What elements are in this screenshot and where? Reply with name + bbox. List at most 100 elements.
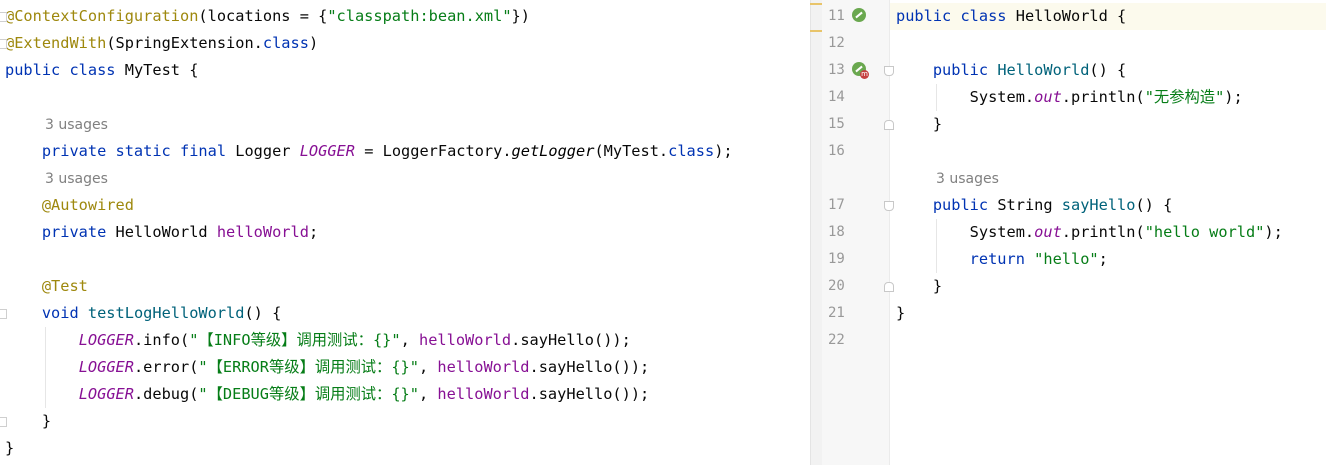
indent-guide [45,327,46,408]
code-token: "【INFO等级】调用测试：{}" [189,331,401,349]
left-editor-pane[interactable]: @ContextConfiguration(locations = {"clas… [0,0,810,465]
line-number: 20 [828,278,845,294]
code-token: ); [714,142,733,160]
code-token: (locations = { [198,7,328,25]
code-token: .sayHello()); [529,385,650,403]
code-token: helloWorld [216,223,309,241]
code-line[interactable]: System.out.println("无参构造"); [896,84,1243,111]
line-number: 19 [828,251,845,267]
code-token: } [5,412,52,430]
code-token: "hello" [1034,250,1099,268]
code-token: "hello world" [1144,223,1265,241]
fold-marker-icon[interactable] [0,39,7,49]
code-token: "【DEBUG等级】调用测试：{}" [198,385,419,403]
usages-hint[interactable]: 3 usages [45,165,108,192]
code-token: private static final [5,142,236,160]
code-token: .error( [133,358,199,376]
code-line[interactable]: } [896,111,942,138]
code-token: } [5,439,15,457]
fold-marker-icon[interactable] [0,417,7,427]
code-token: helloWorld [437,385,530,403]
code-line[interactable]: void testLogHelloWorld() { [5,300,281,327]
code-token: } [896,304,906,322]
code-token: MyTest { [124,61,199,79]
usages-hint-label[interactable]: 3 usages [45,171,108,187]
code-token: @ExtendWith [5,34,107,52]
code-token: System. [896,88,1035,106]
fold-open-icon[interactable] [884,66,894,76]
code-token: out [1034,223,1062,241]
code-token: return [896,250,1035,268]
usages-hint-label[interactable]: 3 usages [936,171,999,187]
code-token: helloWorld [437,358,530,376]
line-number: 13 [828,62,845,78]
code-line[interactable]: } [896,300,905,327]
line-number: 15 [828,116,845,132]
line-number: 17 [828,197,845,213]
line-number: 12 [828,35,845,51]
code-token: .sayHello()); [511,331,631,349]
line-number: 21 [828,305,845,321]
indent-guide [936,84,937,111]
code-token: "classpath:bean.xml" [327,7,512,25]
change-marker [810,3,822,5]
fold-marker-icon[interactable] [0,12,7,22]
code-token: testLogHelloWorld [87,304,245,322]
code-token: public [896,61,998,79]
line-number: 18 [828,224,845,240]
usages-hint[interactable]: 3 usages [45,111,108,138]
line-number: 14 [828,89,845,105]
line-number: 22 [828,332,845,348]
spring-bean-icon[interactable] [852,8,866,22]
code-token: ; [308,223,319,241]
code-token: public [896,196,998,214]
code-token: "【ERROR等级】调用测试：{}" [198,358,419,376]
change-marker [810,30,822,32]
code-token: ) [308,34,319,52]
code-line[interactable]: System.out.println("hello world"); [896,219,1283,246]
code-line[interactable]: @Autowired [5,192,134,219]
code-line[interactable]: @ExtendWith(SpringExtension.class) [5,30,318,57]
fold-close-icon[interactable] [884,282,894,292]
code-line[interactable]: public HelloWorld() { [896,57,1126,84]
code-token: getLogger [511,142,595,160]
code-line[interactable]: return "hello"; [896,246,1108,273]
code-line[interactable]: public class MyTest { [5,57,198,84]
fold-close-icon[interactable] [884,120,894,130]
fold-marker-icon[interactable] [0,309,7,319]
code-line[interactable]: LOGGER.debug("【DEBUG等级】调用测试：{}", helloWo… [5,381,650,408]
code-line[interactable]: LOGGER.error("【ERROR等级】调用测试：{}", helloWo… [5,354,650,381]
code-token: @ContextConfiguration [5,7,199,25]
code-token: @Autowired [5,196,134,214]
code-token: HelloWorld [115,223,217,241]
code-token: public class [896,7,1016,25]
code-line[interactable]: LOGGER.info("【INFO等级】调用测试：{}", helloWorl… [5,327,631,354]
code-line[interactable]: private HelloWorld helloWorld; [5,219,318,246]
usages-hint-label[interactable]: 3 usages [45,117,108,133]
code-line[interactable]: } [5,408,51,435]
fold-open-icon[interactable] [884,201,894,211]
code-line[interactable]: @ContextConfiguration(locations = {"clas… [5,3,530,30]
code-token: System. [896,223,1035,241]
code-line[interactable]: @Test [5,273,88,300]
code-token: = LoggerFactory. [354,142,512,160]
code-line[interactable]: public class HelloWorld { [896,3,1126,30]
code-token: () { [244,304,282,322]
code-token: out [1034,88,1062,106]
code-token: .debug( [133,385,199,403]
line-number: 16 [828,143,845,159]
code-token: .println( [1061,88,1145,106]
line-number: 11 [828,8,845,24]
code-token: , [418,385,438,403]
code-token: (SpringExtension. [106,34,263,52]
usages-hint[interactable]: 3 usages [936,165,999,192]
code-token: LOGGER [78,385,134,403]
code-line[interactable]: private static final Logger LOGGER = Log… [5,138,733,165]
indent-guide [936,219,937,273]
code-line[interactable]: public String sayHello() { [896,192,1172,219]
code-line[interactable]: } [5,435,14,462]
code-line[interactable]: } [896,273,942,300]
code-token: HelloWorld { [1015,7,1127,25]
right-editor-pane[interactable]: public class HelloWorld { public HelloWo… [890,0,1326,465]
